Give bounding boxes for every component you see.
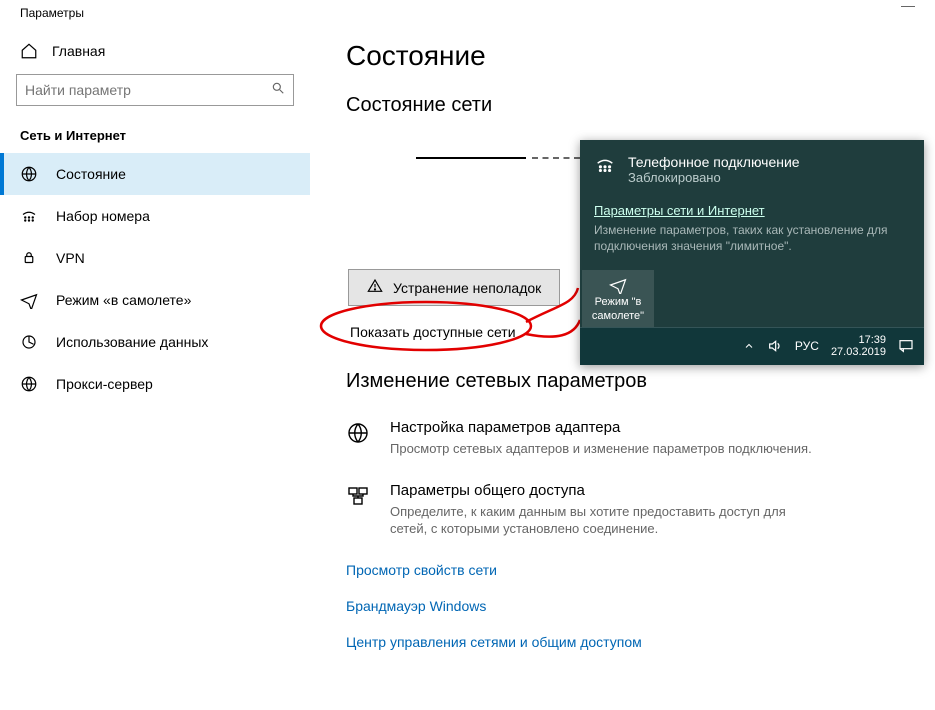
flyout-network-settings-desc: Изменение параметров, таких как установл… (594, 222, 910, 254)
flyout-airplane-label: Режим "в самолете" (592, 296, 644, 321)
clock[interactable]: 17:39 27.03.2019 (831, 334, 886, 359)
nav-home[interactable]: Главная (0, 32, 310, 74)
nav-home-label: Главная (52, 43, 105, 59)
sharing-settings-title: Параметры общего доступа (390, 482, 826, 499)
sharing-icon (346, 482, 374, 538)
sidebar-item-label: VPN (56, 250, 85, 266)
view-network-properties-link[interactable]: Просмотр свойств сети (346, 562, 935, 578)
flyout-airplane-tile[interactable]: Режим "в самолете" (582, 270, 654, 326)
flyout-network-settings-link[interactable]: Параметры сети и Интернет (594, 203, 910, 218)
flyout-connection-row[interactable]: Телефонное подключение Заблокировано (580, 140, 924, 195)
globe-icon (346, 419, 374, 458)
sidebar-item-label: Прокси-сервер (56, 376, 153, 392)
network-flyout: Телефонное подключение Заблокировано Пар… (580, 140, 924, 365)
windows-firewall-link[interactable]: Брандмауэр Windows (346, 598, 935, 614)
sidebar-item-label: Использование данных (56, 334, 208, 350)
troubleshoot-button[interactable]: Устранение неполадок (348, 269, 560, 306)
change-network-heading: Изменение сетевых параметров (346, 370, 935, 393)
sidebar-item-proxy[interactable]: Прокси-сервер (0, 363, 310, 405)
sharing-settings-desc: Определите, к каким данным вы хотите пре… (390, 503, 826, 538)
clock-date: 27.03.2019 (831, 346, 886, 359)
search-input-wrap[interactable] (16, 74, 294, 106)
airplane-icon (20, 291, 38, 309)
language-indicator[interactable]: РУС (795, 339, 819, 353)
taskbar: РУС 17:39 27.03.2019 (580, 327, 924, 365)
sidebar-item-label: Режим «в самолете» (56, 292, 191, 308)
sidebar-item-label: Набор номера (56, 208, 150, 224)
dialup-icon (594, 154, 616, 185)
flyout-connection-status: Заблокировано (628, 170, 800, 185)
search-icon (271, 81, 285, 100)
data-usage-icon (20, 333, 38, 351)
warning-icon (367, 278, 383, 297)
tray-chevron-icon[interactable] (743, 340, 755, 352)
action-center-icon[interactable] (898, 338, 914, 354)
minimize-button[interactable] (901, 6, 915, 8)
network-status-heading: Состояние сети (346, 94, 935, 117)
search-input[interactable] (25, 82, 271, 98)
show-available-networks-link[interactable]: Показать доступные сети (346, 320, 520, 344)
sharing-center-link[interactable]: Центр управления сетями и общим доступом (346, 634, 935, 650)
sidebar-section-title: Сеть и Интернет (0, 128, 310, 153)
window-title: Параметры (20, 6, 84, 20)
page-title: Состояние (346, 40, 935, 72)
vpn-icon (20, 249, 38, 267)
troubleshoot-label: Устранение неполадок (393, 280, 541, 296)
flyout-connection-title: Телефонное подключение (628, 154, 800, 170)
sidebar-item-airplane[interactable]: Режим «в самолете» (0, 279, 310, 321)
sidebar-item-vpn[interactable]: VPN (0, 237, 310, 279)
status-icon (20, 165, 38, 183)
home-icon (20, 42, 38, 60)
adapter-settings-desc: Просмотр сетевых адаптеров и изменение п… (390, 440, 812, 458)
sidebar-item-label: Состояние (56, 166, 126, 182)
clock-time: 17:39 (831, 334, 886, 347)
proxy-icon (20, 375, 38, 393)
adapter-settings-item[interactable]: Настройка параметров адаптера Просмотр с… (346, 419, 826, 458)
dialup-icon (20, 207, 38, 225)
volume-icon[interactable] (767, 338, 783, 354)
sidebar-item-data-usage[interactable]: Использование данных (0, 321, 310, 363)
sharing-settings-item[interactable]: Параметры общего доступа Определите, к к… (346, 482, 826, 538)
sidebar-item-status[interactable]: Состояние (0, 153, 310, 195)
sidebar: Главная Сеть и Интернет Состояние Набор … (0, 0, 310, 710)
sidebar-item-dialup[interactable]: Набор номера (0, 195, 310, 237)
adapter-settings-title: Настройка параметров адаптера (390, 419, 812, 436)
